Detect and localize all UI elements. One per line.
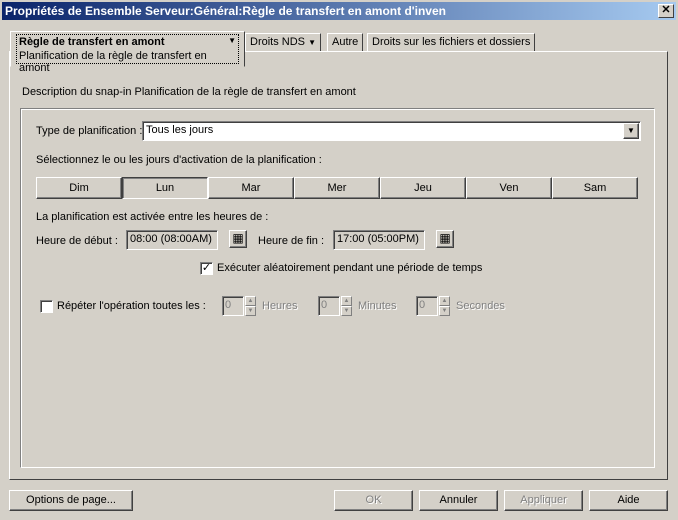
type-value: Tous les jours [146, 124, 214, 136]
day-button-jeu[interactable]: Jeu [380, 177, 466, 199]
help-button[interactable]: Aide [589, 490, 668, 511]
title-bar: Propriétés de Ensemble Serveur:Général:R… [2, 2, 676, 20]
type-label: Type de planification : [36, 125, 143, 137]
clock-picker-icon[interactable]: ▦ [436, 230, 454, 248]
day-button-ven[interactable]: Ven [466, 177, 552, 199]
random-checkbox[interactable]: ✓ [200, 262, 213, 275]
seconds-input[interactable]: 0 [416, 296, 438, 316]
dropdown-arrow-icon[interactable]: ▼ [308, 38, 316, 47]
close-button[interactable]: ✕ [658, 4, 674, 18]
seconds-unit: Secondes [456, 300, 505, 312]
hours-spinner[interactable]: ▲ ▼ [245, 296, 256, 316]
start-time-field[interactable]: 08:00 (08:00AM) [126, 230, 218, 250]
tab-label: Autre [332, 36, 359, 48]
ok-button[interactable]: OK [334, 490, 413, 511]
window-title: Propriétés de Ensemble Serveur:Général:R… [5, 4, 446, 18]
day-button-mer[interactable]: Mer [294, 177, 380, 199]
tab-sublabel: Planification de la règle de transfert e… [19, 50, 207, 74]
tab-droits-nds[interactable]: Droits NDS ▼ [245, 33, 321, 51]
dropdown-arrow-icon[interactable]: ▼ [228, 36, 236, 48]
type-select[interactable]: Tous les jours ▼ [142, 121, 641, 141]
clock-picker-icon[interactable]: ▦ [229, 230, 247, 248]
day-button-lun[interactable]: Lun [122, 177, 208, 199]
repeat-checkbox[interactable] [40, 300, 53, 313]
random-label: Exécuter aléatoirement pendant une pério… [217, 262, 483, 274]
minutes-spinner[interactable]: ▲ ▼ [341, 296, 352, 316]
hours-unit: Heures [262, 300, 298, 312]
tab-droits-fichiers[interactable]: Droits sur les fichiers et dossiers [367, 33, 536, 51]
day-button-mar[interactable]: Mar [208, 177, 294, 199]
description: Description du snap-in Planification de … [22, 86, 356, 98]
end-label: Heure de fin : [258, 235, 325, 247]
chevron-down-icon[interactable]: ▼ [623, 123, 639, 139]
repeat-label: Répéter l'opération toutes les : [57, 300, 206, 312]
end-time-field[interactable]: 17:00 (05:00PM) [333, 230, 425, 250]
days-label: Sélectionnez le ou les jours d'activatio… [36, 154, 322, 166]
page-options-button[interactable]: Options de page... [9, 490, 133, 511]
seconds-spinner[interactable]: ▲ ▼ [439, 296, 450, 316]
cancel-button[interactable]: Annuler [419, 490, 498, 511]
hours-label: La planification est activée entre les h… [36, 211, 269, 223]
apply-button[interactable]: Appliquer [504, 490, 583, 511]
tab-regle-transfert[interactable]: Règle de transfert en amont ▼ Planificati… [10, 31, 245, 74]
minutes-unit: Minutes [358, 300, 397, 312]
start-label: Heure de début : [36, 235, 118, 247]
tab-autre[interactable]: Autre [327, 33, 364, 51]
minutes-input[interactable]: 0 [318, 296, 340, 316]
tab-label: Règle de transfert en amont [19, 36, 165, 48]
day-button-dim[interactable]: Dim [36, 177, 122, 199]
tab-label: Droits sur les fichiers et dossiers [372, 36, 531, 48]
hours-input[interactable]: 0 [222, 296, 244, 316]
day-button-sam[interactable]: Sam [552, 177, 638, 199]
tab-label: Droits NDS [250, 36, 306, 48]
